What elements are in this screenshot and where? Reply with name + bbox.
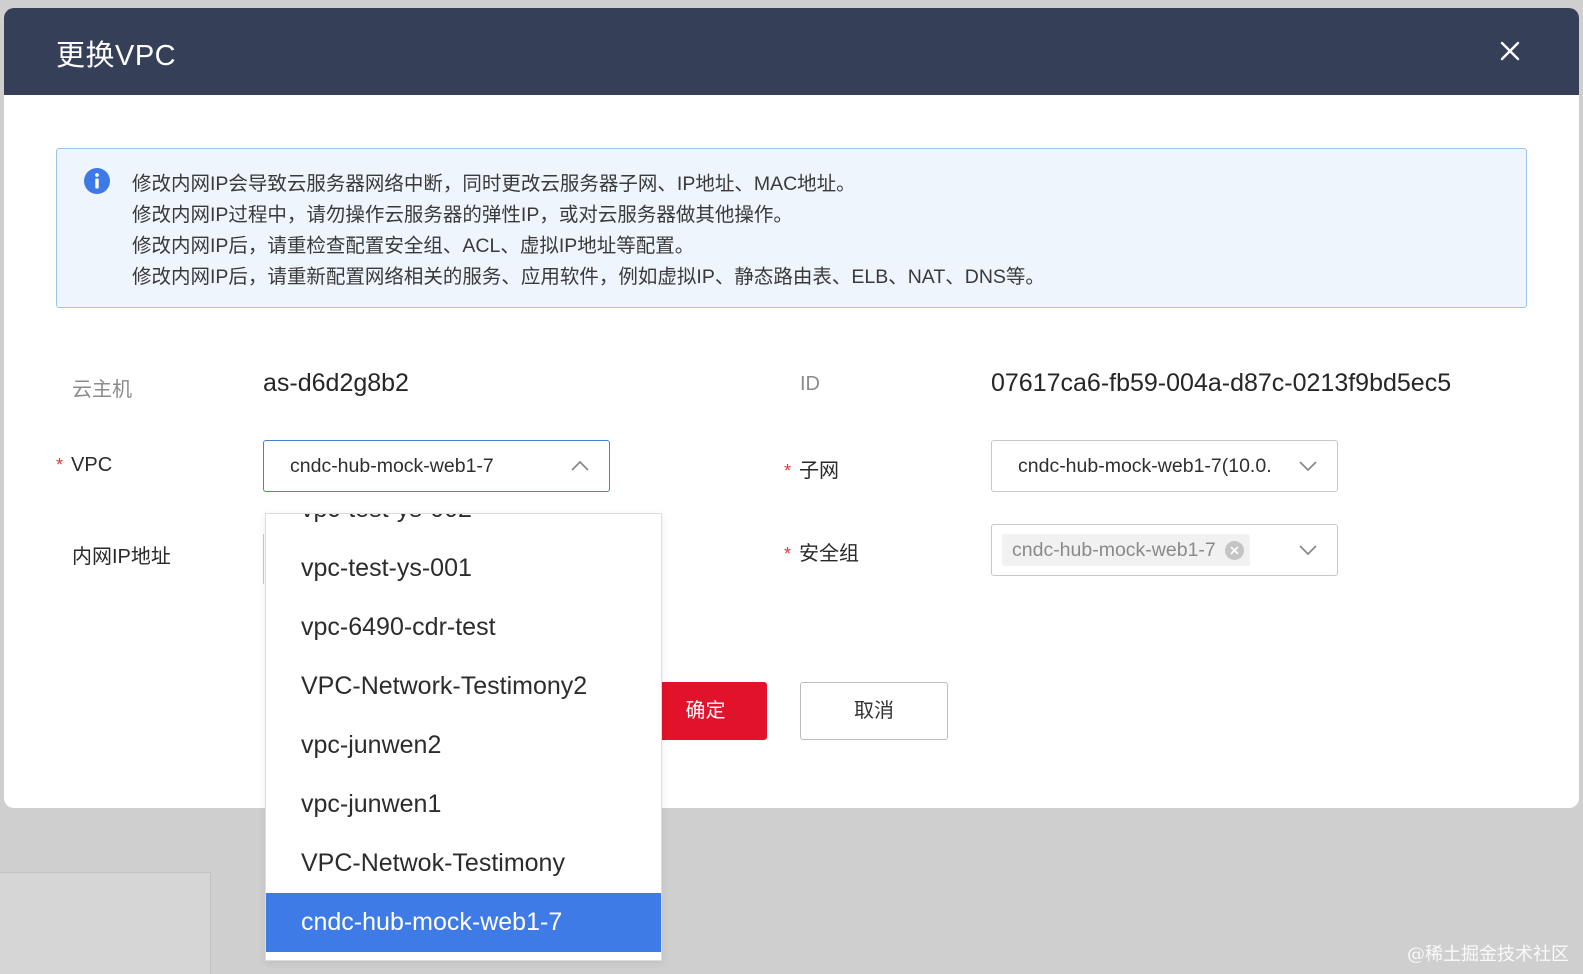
sg-label: * 安全组 <box>784 537 859 566</box>
vpc-option[interactable]: VPC-Network-Testimony2 <box>266 657 661 716</box>
required-mark: * <box>784 461 792 481</box>
subnet-label-text: 子网 <box>799 460 840 482</box>
alert-line: 修改内网IP会导致云服务器网络中断，同时更改云服务器子网、IP地址、MAC地址。 <box>132 173 856 195</box>
change-vpc-dialog: 更换VPC 修改内网IP会导致云服务器网络中断，同时更改云服务器子网、IP地址、… <box>4 8 1579 808</box>
id-label: ID <box>800 373 820 395</box>
security-group-tag-text: cndc-hub-mock-web1-7 <box>1012 539 1216 561</box>
host-value: as-d6d2g8b2 <box>263 369 409 397</box>
vpc-option[interactable]: vpc-junwen1 <box>266 775 661 834</box>
cancel-button[interactable]: 取消 <box>800 682 948 740</box>
chevron-down-icon <box>1297 457 1319 475</box>
vpc-dropdown-menu[interactable]: vpc-test-ys-002 vpc-test-ys-001 vpc-6490… <box>265 513 662 961</box>
background-panel <box>0 872 211 974</box>
vpc-option[interactable]: vpc-junwen2 <box>266 716 661 775</box>
chevron-up-icon <box>569 457 591 475</box>
info-icon <box>84 168 110 194</box>
info-alert: 修改内网IP会导致云服务器网络中断，同时更改云服务器子网、IP地址、MAC地址。… <box>56 148 1527 308</box>
dialog-header: 更换VPC <box>4 8 1579 95</box>
vpc-select[interactable]: cndc-hub-mock-web1-7 <box>263 440 610 492</box>
vpc-select-value: cndc-hub-mock-web1-7 <box>290 455 494 477</box>
vpc-option[interactable]: vpc-test-ys-002 <box>266 514 661 539</box>
confirm-button[interactable]: 确定 <box>644 682 767 740</box>
vpc-option[interactable]: VPC-Netwok-Testimony <box>266 834 661 893</box>
vpc-option-selected[interactable]: cndc-hub-mock-web1-7 <box>266 893 661 952</box>
close-icon <box>1500 41 1520 61</box>
tag-remove-icon[interactable] <box>1224 541 1244 560</box>
ip-label: 内网IP地址 <box>72 546 171 568</box>
chevron-down-icon <box>1297 541 1319 559</box>
alert-line: 修改内网IP后，请重新配置网络相关的服务、应用软件，例如虚拟IP、静态路由表、E… <box>132 266 1045 288</box>
id-value: 07617ca6-fb59-004a-d87c-0213f9bd5ec5 <box>991 369 1452 397</box>
sg-label-text: 安全组 <box>799 543 860 565</box>
subnet-select-value: cndc-hub-mock-web1-7(10.0. <box>1018 455 1272 477</box>
vpc-option[interactable]: vpc-test-ys-001 <box>266 539 661 598</box>
security-group-tag: cndc-hub-mock-web1-7 <box>1002 534 1250 566</box>
dialog-title: 更换VPC <box>56 40 177 72</box>
vpc-option-list: vpc-test-ys-002 vpc-test-ys-001 vpc-6490… <box>266 514 661 952</box>
vpc-label: * VPC <box>56 454 112 477</box>
watermark: @稀土掘金技术社区 <box>1407 944 1569 965</box>
subnet-select[interactable]: cndc-hub-mock-web1-7(10.0. <box>991 440 1338 492</box>
security-group-select[interactable]: cndc-hub-mock-web1-7 <box>991 524 1338 576</box>
required-mark: * <box>56 455 64 475</box>
alert-messages: 修改内网IP会导致云服务器网络中断，同时更改云服务器子网、IP地址、MAC地址。… <box>132 169 1045 293</box>
vpc-option[interactable]: vpc-6490-cdr-test <box>266 598 661 657</box>
alert-line: 修改内网IP过程中，请勿操作云服务器的弹性IP，或对云服务器做其他操作。 <box>132 204 793 226</box>
vpc-label-text: VPC <box>71 454 113 476</box>
required-mark: * <box>784 544 792 564</box>
host-label: 云主机 <box>72 379 132 401</box>
subnet-label: * 子网 <box>784 454 839 483</box>
close-button[interactable] <box>1495 36 1525 66</box>
alert-line: 修改内网IP后，请重检查配置安全组、ACL、虚拟IP地址等配置。 <box>132 235 695 257</box>
